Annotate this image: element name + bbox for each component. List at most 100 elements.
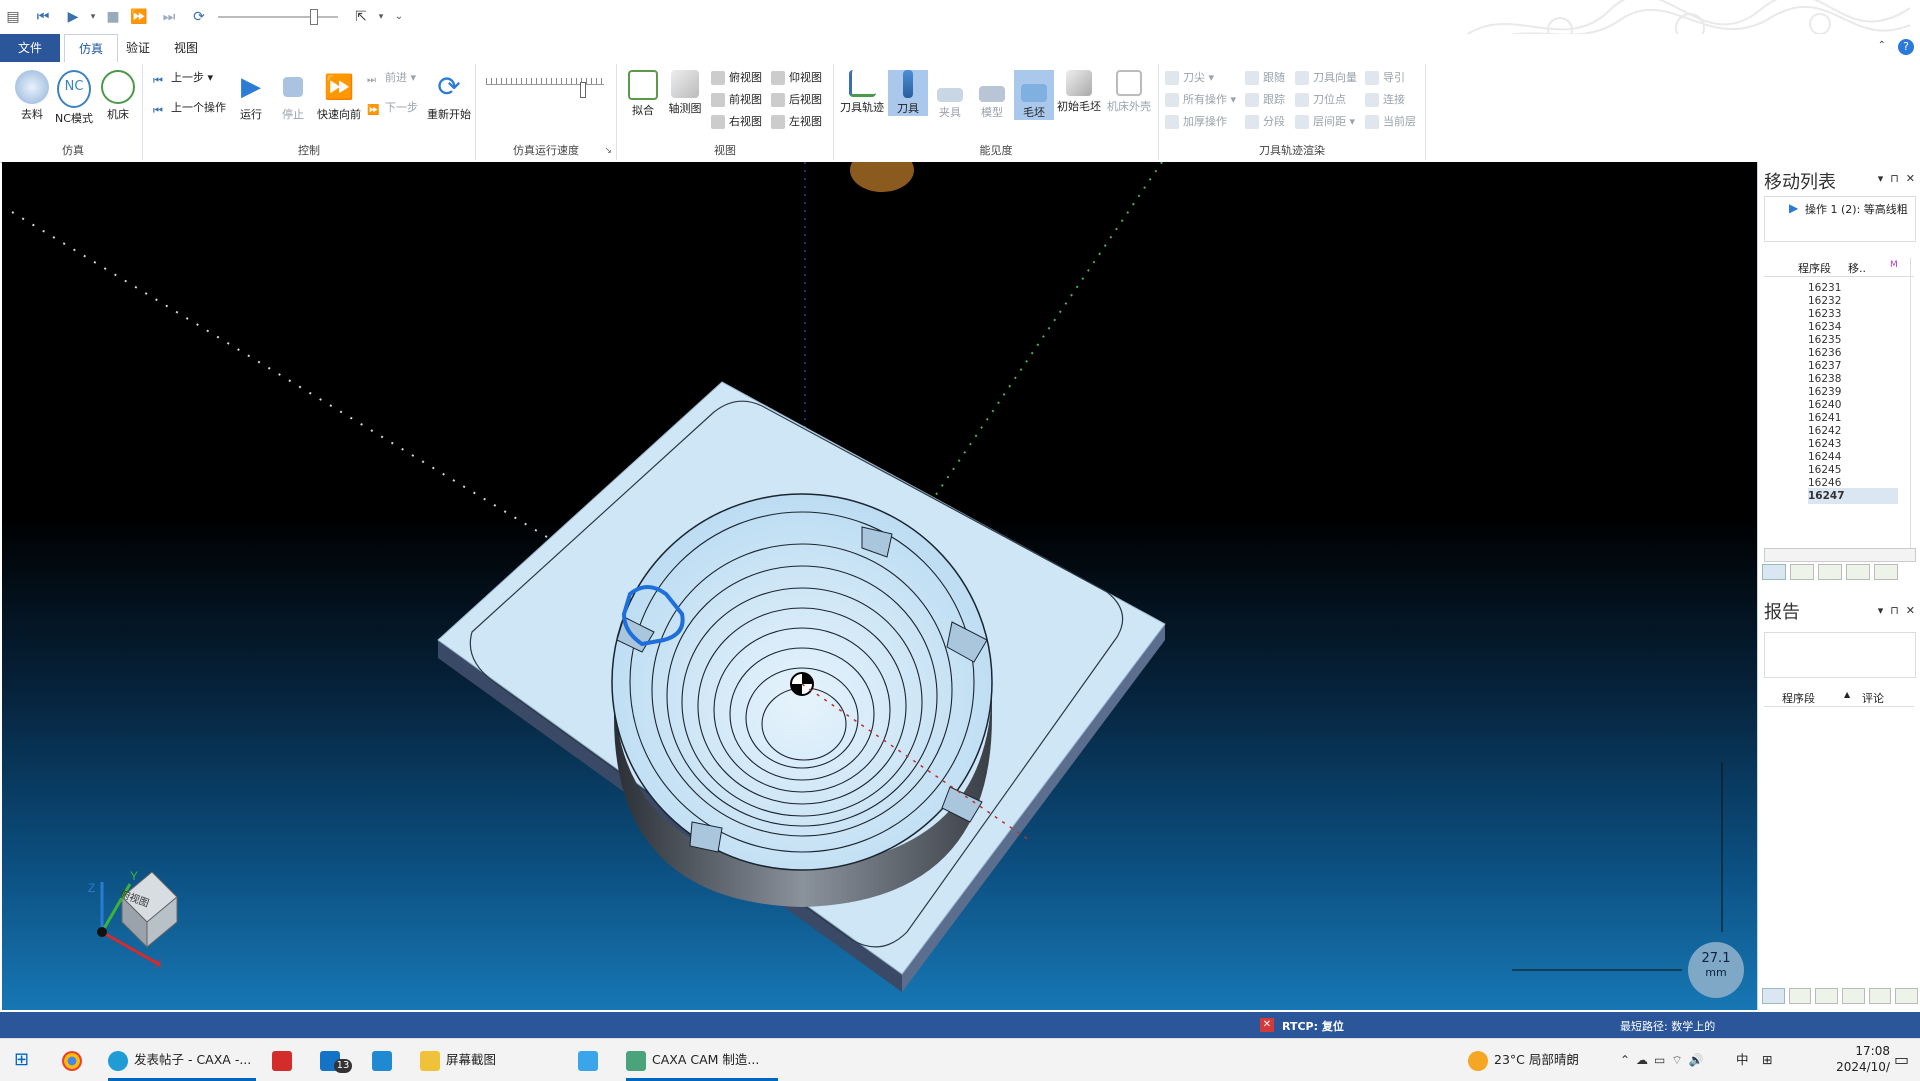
system-tray-icons[interactable]: ⌃☁▭⌔🔊	[1620, 1047, 1710, 1073]
operation-item[interactable]: 操作 1 (2): 等高线粗	[1805, 201, 1908, 217]
run-button[interactable]: ▶ 运行	[231, 70, 271, 122]
list-item[interactable]: 16247	[1808, 488, 1898, 504]
media-app[interactable]	[578, 1047, 604, 1073]
tab-icon[interactable]	[1790, 564, 1814, 580]
left-view-button[interactable]: 左视图	[769, 112, 822, 132]
tab-icon[interactable]	[1762, 564, 1786, 580]
speed-slider-track[interactable]	[218, 16, 338, 18]
play-icon[interactable]: ▶	[64, 8, 82, 26]
tab-icon[interactable]	[1846, 564, 1870, 580]
tab-view[interactable]: 视图	[160, 34, 212, 62]
tab-icon[interactable]	[1874, 564, 1898, 580]
toolpath-visibility-button[interactable]: 刀具轨迹	[838, 70, 886, 115]
tab-icon[interactable]	[1842, 988, 1865, 1004]
initial-stock-visibility-button[interactable]: 初始毛坯	[1056, 70, 1102, 114]
vertical-scrollbar[interactable]	[1910, 258, 1919, 548]
windows-start-icon[interactable]: ⊞	[14, 1047, 29, 1073]
bottom-view-button[interactable]: 仰视图	[769, 68, 822, 88]
lead-button[interactable]: 导引	[1363, 68, 1405, 88]
tool-visibility-button[interactable]: 刀具	[888, 70, 928, 116]
move-list-rows[interactable]: 16231 16232 16233 16234 16235 16236 16237 16238…	[1758, 276, 1908, 516]
clock[interactable]: 17:08 2024/10/	[1770, 1043, 1890, 1075]
fit-button[interactable]: 拟合	[623, 70, 663, 118]
refresh-icon[interactable]: ⟳	[190, 8, 208, 26]
tab-icon[interactable]	[1895, 988, 1919, 1004]
tab-icon[interactable]	[1818, 564, 1842, 580]
column-segment[interactable]: 程序段	[1798, 260, 1831, 276]
group-views: 拟合 轴测图 俯视图 前视图 右视图 仰视图 后视图 左视图 视图	[617, 64, 834, 160]
cursor-icon[interactable]: ⇱	[352, 8, 370, 26]
operation-tree[interactable]: ▶ 操作 1 (2): 等高线粗	[1764, 196, 1916, 242]
speed-slider-thumb[interactable]	[310, 9, 318, 25]
dropdown-icon[interactable]: ▾	[84, 8, 102, 26]
vscode-app[interactable]	[372, 1047, 398, 1073]
step-back-button[interactable]: ⏮ 上一步 ▾	[151, 68, 213, 88]
column-segment[interactable]: 程序段	[1782, 690, 1815, 706]
layer-spacing-button[interactable]: 层间距 ▾	[1293, 112, 1355, 132]
nc-mode-button[interactable]: NC NC模式	[54, 70, 94, 126]
tab-icon[interactable]	[1815, 988, 1839, 1004]
app-icon[interactable]: ▤	[4, 8, 22, 26]
help-icon[interactable]: ?	[1898, 39, 1914, 55]
tool-position-button[interactable]: 刀位点	[1293, 90, 1346, 110]
model-visibility-button[interactable]: 模型	[972, 70, 1012, 120]
last-icon[interactable]: ⏭	[160, 8, 178, 26]
chrome-app[interactable]	[62, 1047, 88, 1073]
right-view-button[interactable]: 右视图	[709, 112, 762, 132]
forward-button[interactable]: ⏭ 前进 ▾	[365, 68, 416, 88]
follow-button[interactable]: 跟随	[1243, 68, 1285, 88]
next-step-button[interactable]: ⏩ 下一步	[365, 98, 418, 118]
link-button[interactable]: 连接	[1363, 90, 1405, 110]
acrobat-app[interactable]	[272, 1047, 298, 1073]
all-operations-button[interactable]: 所有操作 ▾	[1163, 90, 1236, 110]
top-view-button[interactable]: 俯视图	[709, 68, 762, 88]
weather-widget[interactable]: 23°C 局部晴朗	[1468, 1047, 1579, 1073]
column-move[interactable]: 移..	[1848, 260, 1866, 276]
segment-button[interactable]: 分段	[1243, 112, 1285, 132]
tab-icon[interactable]	[1788, 988, 1812, 1004]
taskbar-app-caxa[interactable]: CAXA CAM 制造...	[626, 1047, 759, 1073]
current-layer-button[interactable]: 当前层	[1363, 112, 1416, 132]
horizontal-scrollbar[interactable]	[1764, 548, 1916, 562]
trace-button[interactable]: 跟踪	[1243, 90, 1285, 110]
previous-operation-button[interactable]: ⏮ 上一个操作	[151, 98, 226, 118]
speed-scale[interactable]	[486, 78, 604, 85]
panel-controls[interactable]: ▾ ⊓ ✕	[1878, 604, 1915, 617]
tab-verify[interactable]: 验证	[112, 34, 164, 62]
stop-icon[interactable]: ■	[104, 8, 122, 26]
thicken-operation-button[interactable]: 加厚操作	[1163, 112, 1227, 132]
customize-icon[interactable]: ⌄	[390, 8, 408, 26]
taskbar-app-edge[interactable]: 发表帖子 - CAXA -...	[108, 1047, 251, 1073]
fixture-visibility-button[interactable]: 夹具	[930, 70, 970, 120]
tool-tip-button[interactable]: 刀尖 ▾	[1163, 68, 1214, 88]
isometric-view-button[interactable]: 轴测图	[665, 70, 705, 116]
tab-icon[interactable]	[1762, 988, 1785, 1004]
remove-material-button[interactable]: 去料	[12, 70, 52, 122]
stop-button[interactable]: 停止	[273, 70, 313, 122]
notification-icon[interactable]: ▭	[1894, 1047, 1909, 1073]
taskbar-app-screenshot[interactable]: 屏幕截图	[420, 1047, 496, 1073]
speed-slider-thumb[interactable]	[580, 82, 586, 98]
fast-forward-button[interactable]: ⏩ 快速向前	[315, 70, 363, 122]
tool-vector-button[interactable]: 刀具向量	[1293, 68, 1357, 88]
dropdown-icon[interactable]: ▾	[372, 8, 390, 26]
stock-visibility-button[interactable]: 毛坯	[1014, 70, 1054, 120]
fast-forward-icon[interactable]: ⏩	[130, 8, 148, 26]
collapse-ribbon-icon[interactable]: ⌃	[1878, 40, 1886, 51]
remote-app[interactable]: 13	[320, 1047, 352, 1073]
machine-housing-visibility-button[interactable]: 机床外壳	[1104, 70, 1154, 114]
ime-indicator[interactable]: 中	[1736, 1047, 1749, 1073]
3d-viewport[interactable]: Z Y X 俯视图 27.1 mm	[2, 162, 1757, 1010]
tab-file[interactable]: 文件	[0, 34, 60, 62]
view-cube[interactable]: Z Y X	[88, 869, 178, 971]
first-icon[interactable]: ⏮	[34, 8, 52, 26]
panel-controls[interactable]: ▾ ⊓ ✕	[1878, 172, 1915, 185]
restart-button[interactable]: ⟳ 重新开始	[425, 70, 473, 122]
dialog-launcher-icon[interactable]: ↘	[604, 146, 612, 156]
tab-simulation[interactable]: 仿真	[64, 34, 119, 64]
machine-button[interactable]: 机床	[98, 70, 138, 122]
column-comment[interactable]: 评论	[1862, 690, 1884, 706]
back-view-button[interactable]: 后视图	[769, 90, 822, 110]
front-view-button[interactable]: 前视图	[709, 90, 762, 110]
tab-icon[interactable]	[1868, 988, 1892, 1004]
